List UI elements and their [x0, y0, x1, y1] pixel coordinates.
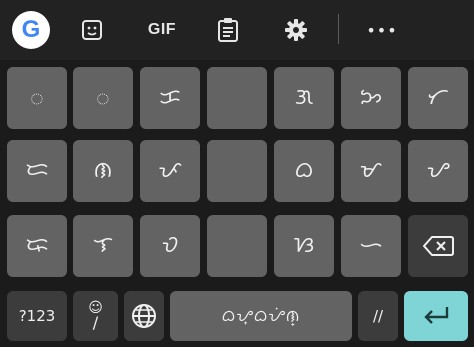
key-label: ᜀ [30, 85, 44, 110]
key-r1-7[interactable]: ᜆ [408, 67, 468, 129]
toolbar-divider [338, 14, 339, 44]
globe-icon [132, 304, 156, 328]
emoji-slash: / [92, 313, 99, 332]
key-label: ᜅ [359, 85, 383, 110]
gif-label: GIF [147, 21, 177, 38]
settings-button[interactable] [276, 10, 316, 50]
key-label: ᜆ [427, 85, 449, 110]
sticker-icon [82, 20, 102, 40]
google-letter: G [21, 16, 41, 43]
key-r1-6[interactable]: ᜅ [341, 67, 401, 129]
key-r1-3[interactable]: ᜃ [140, 67, 200, 129]
symbols-label: ?123 [18, 307, 56, 325]
key-r2-7[interactable]: ᜌ [408, 140, 468, 202]
key-r1-4[interactable] [207, 67, 267, 129]
key-r1-2[interactable]: ᜀ [73, 67, 133, 129]
key-label: ᜏ [161, 233, 179, 258]
sticker-button[interactable] [72, 10, 112, 50]
google-icon: G [12, 11, 50, 49]
key-r2-4[interactable] [207, 140, 267, 202]
key-r2-2[interactable]: ᜈ [73, 140, 133, 202]
key-r3-5[interactable]: ᜐ [274, 215, 334, 277]
emoji-key[interactable]: ☺ / [73, 291, 118, 341]
key-label: ᜀ [96, 85, 110, 110]
key-r2-1[interactable]: ᜇ [7, 140, 67, 202]
symbols-key[interactable]: ?123 [7, 291, 67, 341]
key-r3-4[interactable] [207, 215, 267, 277]
key-label: ᜄ [294, 85, 314, 110]
google-search-button[interactable]: G [12, 10, 50, 50]
enter-key[interactable] [404, 291, 468, 341]
key-label: ᜉ [158, 158, 182, 183]
clipboard-icon [218, 18, 238, 42]
slash-label: // [372, 307, 384, 325]
space-key[interactable]: ᜊᜌ᜔ᜊᜌᜒᜈ᜔ [170, 291, 352, 341]
key-label: ᜃ [159, 85, 181, 110]
key-label: ᜍ [25, 233, 49, 258]
key-r2-3[interactable]: ᜉ [140, 140, 200, 202]
backspace-key[interactable] [408, 215, 468, 277]
key-r3-6[interactable]: ᜑ [341, 215, 401, 277]
key-r3-1[interactable]: ᜍ [7, 215, 67, 277]
clipboard-button[interactable] [208, 10, 248, 50]
key-r3-2[interactable]: ᜎ [73, 215, 133, 277]
suggestion-toolbar: G GIF ••• [0, 0, 474, 60]
key-label: ᜌ [426, 158, 450, 183]
key-label: ᜑ [359, 233, 383, 258]
gear-icon [285, 19, 307, 41]
key-label: ᜇ [25, 158, 49, 183]
key-label: ᜎ [92, 233, 114, 258]
key-label: ᜈ [93, 158, 113, 183]
backspace-icon [423, 236, 454, 256]
key-label: ᜊ [294, 158, 314, 183]
emoji-icon: ☺ / [88, 301, 103, 331]
key-r3-3[interactable]: ᜏ [140, 215, 200, 277]
key-label: ᜐ [293, 233, 315, 258]
more-button[interactable]: ••• [362, 10, 402, 50]
more-icon: ••• [366, 20, 398, 40]
language-key[interactable] [124, 291, 164, 341]
enter-icon [424, 307, 449, 324]
key-r2-5[interactable]: ᜊ [274, 140, 334, 202]
key-r2-6[interactable]: ᜋ [341, 140, 401, 202]
slash-key[interactable]: // [358, 291, 398, 341]
space-label: ᜊᜌ᜔ᜊᜌᜒᜈ᜔ [221, 306, 301, 325]
key-label: ᜋ [359, 158, 383, 183]
key-r1-5[interactable]: ᜄ [274, 67, 334, 129]
keyboard: ᜀ ᜀ ᜃ ᜄ ᜅ ᜆ ᜇ ᜈ ᜉ ᜊ ᜋ ᜌ ᜍ ᜎ ᜏ ᜐ ᜑ ?123 ☺… [0, 60, 474, 347]
key-r1-1[interactable]: ᜀ [7, 67, 67, 129]
gif-button[interactable]: GIF [138, 10, 186, 50]
